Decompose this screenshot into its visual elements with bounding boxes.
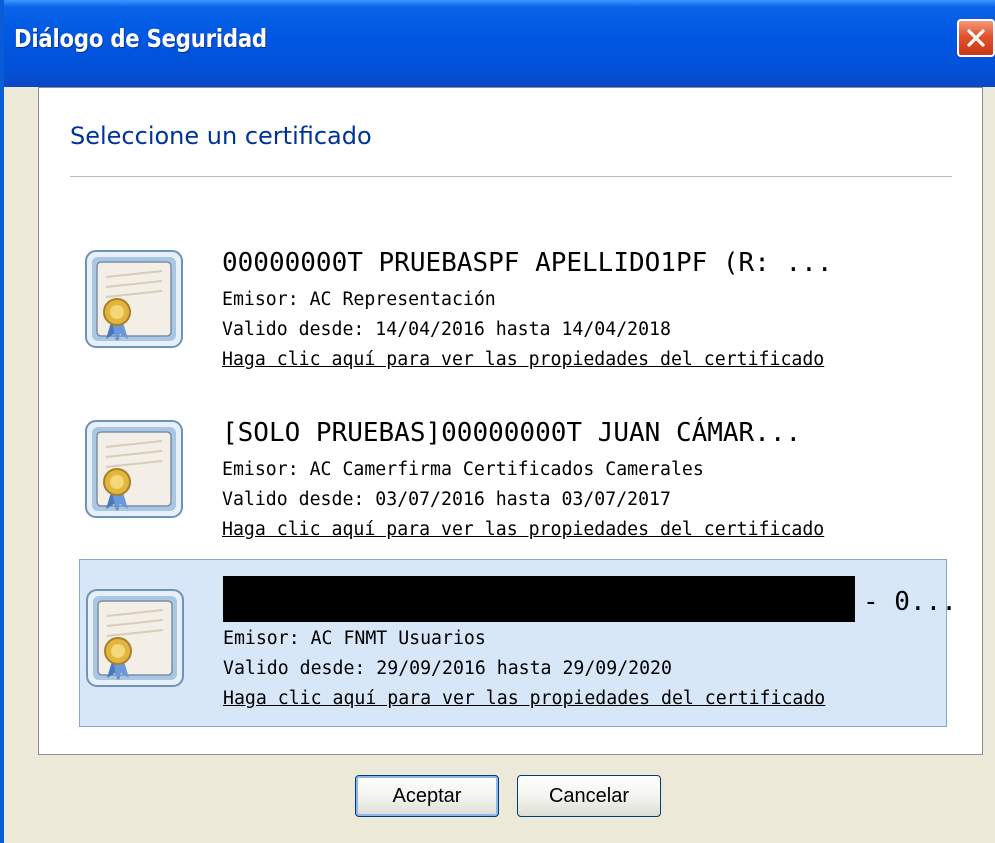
certificate-item-selected[interactable]: - 0... Emisor: AC FNMT Usuarios Valido d… xyxy=(79,559,957,727)
certificate-icon xyxy=(85,250,183,348)
certificate-name: [SOLO PRUEBAS]00000000T JUAN CÁMAR... xyxy=(222,418,802,448)
cancel-button[interactable]: Cancelar xyxy=(517,775,661,817)
certificate-validity: Valido desde: 14/04/2016 hasta 14/04/201… xyxy=(222,319,671,340)
certificate-issuer: Emisor: AC Camerfirma Certificados Camer… xyxy=(222,459,704,480)
certificate-properties-link[interactable]: Haga clic aquí para ver las propiedades … xyxy=(222,519,824,540)
certificate-properties-link[interactable]: Haga clic aquí para ver las propiedades … xyxy=(222,349,824,370)
certificate-issuer: Emisor: AC FNMT Usuarios xyxy=(223,628,486,649)
certificate-item[interactable]: [SOLO PRUEBAS]00000000T JUAN CÁMAR... Em… xyxy=(79,391,947,559)
certificate-validity: Valido desde: 29/09/2016 hasta 29/09/202… xyxy=(223,658,672,679)
certificate-item[interactable]: 00000000T PRUEBASPF APELLIDO1PF (R: ... … xyxy=(79,221,947,389)
certificate-list-panel: Seleccione un certificado 00000000T PRUE… xyxy=(38,87,983,755)
divider xyxy=(70,176,952,177)
dialog-heading: Seleccione un certificado xyxy=(70,122,372,150)
certificate-icon xyxy=(86,589,184,687)
certificate-name: 00000000T PRUEBASPF APELLIDO1PF (R: ... xyxy=(222,248,833,278)
certificate-issuer: Emisor: AC Representación xyxy=(222,289,496,310)
accept-button[interactable]: Aceptar xyxy=(355,775,499,817)
window-title: Diálogo de Seguridad xyxy=(14,24,267,53)
certificate-validity: Valido desde: 03/07/2016 hasta 03/07/201… xyxy=(222,489,671,510)
close-button[interactable] xyxy=(957,19,995,57)
security-dialog-window: Diálogo de Seguridad Seleccione un certi… xyxy=(0,0,995,843)
redacted-name xyxy=(223,576,855,622)
certificate-icon xyxy=(85,420,183,518)
title-bar[interactable]: Diálogo de Seguridad xyxy=(4,0,995,87)
certificate-properties-link[interactable]: Haga clic aquí para ver las propiedades … xyxy=(223,688,825,709)
certificate-name: - 0... xyxy=(863,587,957,617)
close-icon xyxy=(967,29,985,47)
